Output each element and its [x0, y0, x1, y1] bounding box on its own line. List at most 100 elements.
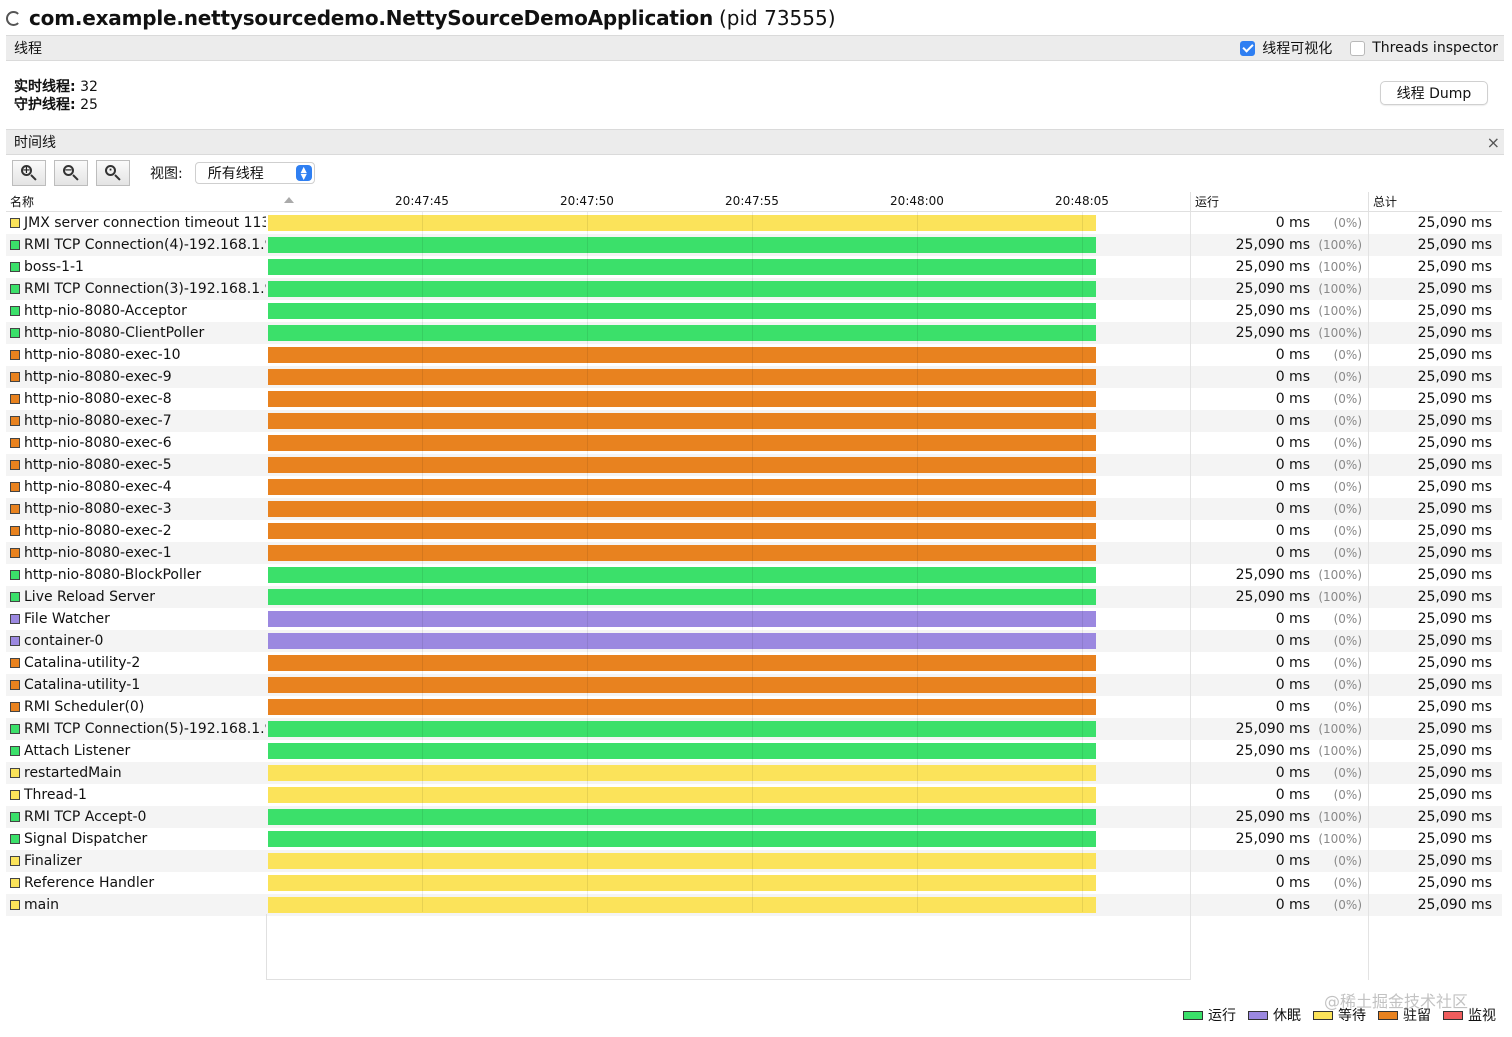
thread-state-bar[interactable] — [268, 391, 1096, 407]
thread-timeline-cell[interactable] — [266, 696, 1190, 718]
thread-state-bar[interactable] — [268, 347, 1096, 363]
column-header-name[interactable]: 名称 — [6, 192, 266, 212]
thread-timeline-cell[interactable] — [266, 652, 1190, 674]
table-row[interactable]: RMI TCP Connection(3)-192.168.1.9 25,090 … — [6, 278, 1502, 300]
thread-timeline-cell[interactable] — [266, 872, 1190, 894]
thread-state-bar[interactable] — [268, 479, 1096, 495]
thread-state-bar[interactable] — [268, 435, 1096, 451]
thread-timeline-cell[interactable] — [266, 718, 1190, 740]
thread-timeline-cell[interactable] — [266, 806, 1190, 828]
thread-timeline-cell[interactable] — [266, 608, 1190, 630]
thread-timeline-cell[interactable] — [266, 850, 1190, 872]
thread-timeline-cell[interactable] — [266, 476, 1190, 498]
thread-timeline-cell[interactable] — [266, 630, 1190, 652]
thread-state-bar[interactable] — [268, 369, 1096, 385]
thread-timeline-cell[interactable] — [266, 366, 1190, 388]
thread-timeline-cell[interactable] — [266, 762, 1190, 784]
thread-timeline-cell[interactable] — [266, 586, 1190, 608]
thread-state-bar[interactable] — [268, 567, 1096, 583]
table-row[interactable]: RMI Scheduler(0) 0 ms (0%) 25,090 ms — [6, 696, 1502, 718]
threads-inspector-toggle[interactable]: Threads inspector — [1350, 40, 1498, 56]
table-row[interactable]: http-nio-8080-exec-9 0 ms (0%) 25,090 ms — [6, 366, 1502, 388]
thread-timeline-cell[interactable] — [266, 564, 1190, 586]
thread-state-bar[interactable] — [268, 765, 1096, 781]
table-row[interactable]: http-nio-8080-exec-6 0 ms (0%) 25,090 ms — [6, 432, 1502, 454]
thread-state-bar[interactable] — [268, 303, 1096, 319]
table-row[interactable]: http-nio-8080-exec-8 0 ms (0%) 25,090 ms — [6, 388, 1502, 410]
table-row[interactable]: http-nio-8080-exec-3 0 ms (0%) 25,090 ms — [6, 498, 1502, 520]
visualize-checkbox[interactable] — [1240, 40, 1256, 56]
table-row[interactable]: container-0 0 ms (0%) 25,090 ms — [6, 630, 1502, 652]
table-row[interactable]: http-nio-8080-exec-1 0 ms (0%) 25,090 ms — [6, 542, 1502, 564]
thread-state-bar[interactable] — [268, 237, 1096, 253]
table-row[interactable]: RMI TCP Connection(5)-192.168.1.9 25,090 … — [6, 718, 1502, 740]
table-row[interactable]: RMI TCP Accept-0 25,090 ms (100%) 25,090 ms — [6, 806, 1502, 828]
table-row[interactable]: http-nio-8080-BlockPoller 25,090 ms (100%)… — [6, 564, 1502, 586]
thread-timeline-cell[interactable] — [266, 278, 1190, 300]
thread-state-bar[interactable] — [268, 457, 1096, 473]
thread-timeline-cell[interactable] — [266, 300, 1190, 322]
close-icon[interactable]: × — [1487, 133, 1500, 152]
thread-state-bar[interactable] — [268, 721, 1096, 737]
zoom-fit-button[interactable]: · — [96, 160, 130, 186]
table-row[interactable]: http-nio-8080-exec-2 0 ms (0%) 25,090 ms — [6, 520, 1502, 542]
thread-state-bar[interactable] — [268, 545, 1096, 561]
thread-timeline-cell[interactable] — [266, 784, 1190, 806]
zoom-out-button[interactable]: − — [54, 160, 88, 186]
table-row[interactable]: Attach Listener 25,090 ms (100%) 25,090 ms — [6, 740, 1502, 762]
table-row[interactable]: restartedMain 0 ms (0%) 25,090 ms — [6, 762, 1502, 784]
table-row[interactable]: http-nio-8080-ClientPoller 25,090 ms (100%… — [6, 322, 1502, 344]
thread-state-bar[interactable] — [268, 589, 1096, 605]
thread-timeline-cell[interactable] — [266, 498, 1190, 520]
column-header-timeline[interactable]: 20:47:45 20:47:50 20:47:55 20:48:00 20:48:05 — [266, 192, 1190, 212]
thread-state-bar[interactable] — [268, 853, 1096, 869]
thread-timeline-cell[interactable] — [266, 828, 1190, 850]
visualize-threads-toggle[interactable]: 线程可视化 — [1240, 38, 1332, 58]
thread-timeline-cell[interactable] — [266, 322, 1190, 344]
thread-timeline-cell[interactable] — [266, 234, 1190, 256]
thread-state-bar[interactable] — [268, 281, 1096, 297]
thread-timeline-cell[interactable] — [266, 740, 1190, 762]
table-row[interactable]: JMX server connection timeout 113 0 ms (0%… — [6, 212, 1502, 234]
table-row[interactable]: Signal Dispatcher 25,090 ms (100%) 25,090 m… — [6, 828, 1502, 850]
table-row[interactable]: http-nio-8080-exec-4 0 ms (0%) 25,090 ms — [6, 476, 1502, 498]
thread-state-bar[interactable] — [268, 413, 1096, 429]
table-row[interactable]: Catalina-utility-1 0 ms (0%) 25,090 ms — [6, 674, 1502, 696]
table-row[interactable]: File Watcher 0 ms (0%) 25,090 ms — [6, 608, 1502, 630]
thread-state-bar[interactable] — [268, 655, 1096, 671]
thread-timeline-cell[interactable] — [266, 674, 1190, 696]
thread-state-bar[interactable] — [268, 523, 1096, 539]
thread-state-bar[interactable] — [268, 699, 1096, 715]
thread-timeline-cell[interactable] — [266, 454, 1190, 476]
thread-state-bar[interactable] — [268, 897, 1096, 913]
table-row[interactable]: Catalina-utility-2 0 ms (0%) 25,090 ms — [6, 652, 1502, 674]
thread-state-bar[interactable] — [268, 215, 1096, 231]
thread-state-bar[interactable] — [268, 677, 1096, 693]
table-row[interactable]: http-nio-8080-Acceptor 25,090 ms (100%) 25,… — [6, 300, 1502, 322]
inspector-checkbox[interactable] — [1350, 40, 1366, 56]
thread-state-bar[interactable] — [268, 809, 1096, 825]
thread-state-bar[interactable] — [268, 325, 1096, 341]
thread-state-bar[interactable] — [268, 875, 1096, 891]
table-row[interactable]: Live Reload Server 25,090 ms (100%) 25,090 … — [6, 586, 1502, 608]
table-row[interactable]: http-nio-8080-exec-7 0 ms (0%) 25,090 ms — [6, 410, 1502, 432]
column-header-total[interactable]: 总计 — [1368, 192, 1502, 212]
thread-timeline-cell[interactable] — [266, 344, 1190, 366]
thread-timeline-cell[interactable] — [266, 388, 1190, 410]
thread-state-bar[interactable] — [268, 787, 1096, 803]
thread-timeline-cell[interactable] — [266, 432, 1190, 454]
table-row[interactable]: RMI TCP Connection(4)-192.168.1.9 25,090 … — [6, 234, 1502, 256]
table-row[interactable]: http-nio-8080-exec-5 0 ms (0%) 25,090 ms — [6, 454, 1502, 476]
table-row[interactable]: Finalizer 0 ms (0%) 25,090 ms — [6, 850, 1502, 872]
zoom-in-button[interactable]: + — [12, 160, 46, 186]
thread-state-bar[interactable] — [268, 611, 1096, 627]
thread-state-bar[interactable] — [268, 501, 1096, 517]
table-row[interactable]: boss-1-1 25,090 ms (100%) 25,090 ms — [6, 256, 1502, 278]
thread-timeline-cell[interactable] — [266, 542, 1190, 564]
table-row[interactable]: Thread-1 0 ms (0%) 25,090 ms — [6, 784, 1502, 806]
table-row[interactable]: Reference Handler 0 ms (0%) 25,090 ms — [6, 872, 1502, 894]
thread-state-bar[interactable] — [268, 743, 1096, 759]
thread-timeline-cell[interactable] — [266, 212, 1190, 234]
thread-timeline-cell[interactable] — [266, 894, 1190, 916]
thread-state-bar[interactable] — [268, 633, 1096, 649]
